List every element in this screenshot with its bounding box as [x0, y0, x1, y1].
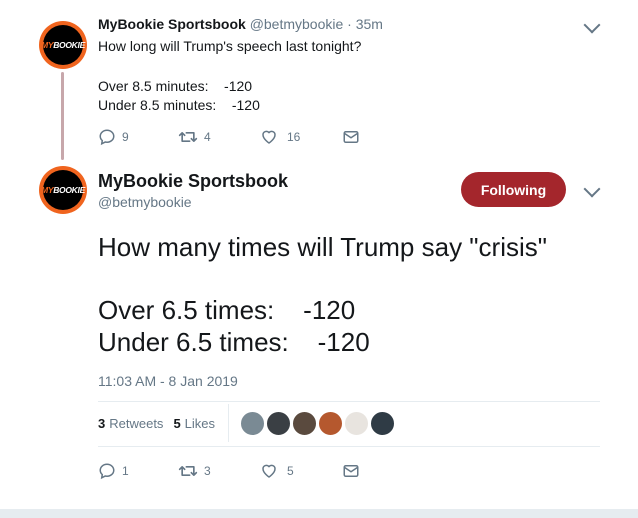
heart-icon	[262, 464, 276, 478]
retweets-stat[interactable]: 3 Retweets	[98, 416, 163, 432]
username[interactable]: @betmybookie	[250, 16, 344, 32]
retweet-count: 3	[204, 464, 211, 478]
like-button[interactable]: 16	[260, 128, 342, 146]
page-bottom-edge	[0, 509, 638, 518]
divider	[228, 404, 229, 442]
direct-message-button[interactable]	[342, 463, 360, 479]
tweet-timestamp[interactable]: 11:03 AM - 8 Jan 2019	[98, 372, 238, 390]
reply-tweet-actions: 9 4 16	[98, 128, 360, 146]
liker-avatar[interactable]	[266, 411, 291, 436]
retweet-icon	[178, 131, 198, 142]
username[interactable]: @betmybookie	[98, 193, 192, 211]
direct-message-button[interactable]	[342, 129, 360, 145]
avatar[interactable]: MYBOOKIE	[39, 166, 87, 214]
like-count: 5	[287, 464, 294, 478]
retweet-count: 4	[204, 130, 211, 144]
divider	[98, 401, 600, 402]
liker-avatar[interactable]	[344, 411, 369, 436]
separator-dot: ·	[347, 16, 352, 32]
like-count: 16	[287, 130, 301, 144]
divider	[98, 446, 600, 447]
reply-icon	[99, 463, 115, 480]
avatar-logo: MYBOOKIE	[41, 170, 85, 210]
reply-count: 1	[122, 464, 129, 478]
following-button[interactable]: Following	[461, 172, 566, 207]
liker-avatar[interactable]	[370, 411, 395, 436]
direct-message-icon	[343, 465, 359, 477]
reply-icon	[99, 129, 115, 146]
display-name[interactable]: MyBookie Sportsbook	[98, 16, 246, 32]
tweet-text-line: Over 8.5 minutes: -120	[98, 78, 253, 94]
tweet-text-line: Over 6.5 times: -120	[98, 295, 356, 325]
reply-button[interactable]: 9	[98, 128, 178, 146]
main-tweet-actions: 1 3 5	[98, 462, 360, 480]
tweet-stats: 3 Retweets 5 Likes	[98, 416, 225, 432]
tweet-text-line: Under 6.5 times: -120	[98, 327, 370, 357]
direct-message-icon	[343, 131, 359, 143]
tweet-text-line: Under 8.5 minutes: -120	[98, 97, 260, 113]
chevron-down-icon[interactable]	[583, 16, 601, 34]
liker-avatar[interactable]	[292, 411, 317, 436]
tweet-text-line: How many times will Trump say "crisis"	[98, 232, 547, 262]
retweet-button[interactable]: 4	[178, 128, 260, 146]
retweet-icon	[178, 466, 198, 476]
avatar[interactable]: MYBOOKIE	[39, 21, 87, 69]
display-name[interactable]: MyBookie Sportsbook	[98, 170, 288, 192]
avatar-logo: MYBOOKIE	[41, 25, 85, 65]
tweet-text-line: How long will Trump's speech last tonigh…	[98, 38, 362, 54]
reply-button[interactable]: 1	[98, 462, 178, 480]
tweet-time[interactable]: 35m	[356, 16, 383, 32]
likes-stat[interactable]: 5 Likes	[173, 416, 215, 432]
reply-tweet-header: MyBookie Sportsbook @betmybookie · 35m	[98, 15, 383, 33]
liker-avatar[interactable]	[240, 411, 265, 436]
retweet-button[interactable]: 3	[178, 462, 260, 480]
liker-avatars	[240, 411, 396, 436]
heart-icon	[262, 130, 276, 144]
like-button[interactable]: 5	[260, 462, 342, 480]
liker-avatar[interactable]	[318, 411, 343, 436]
reply-count: 9	[122, 130, 129, 144]
chevron-down-icon[interactable]	[583, 180, 601, 198]
thread-connector-line	[61, 72, 64, 160]
